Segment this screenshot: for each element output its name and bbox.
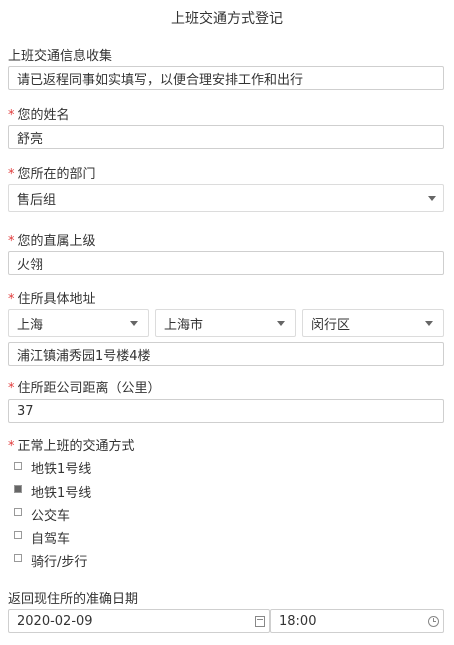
required-asterisk: * bbox=[8, 292, 15, 307]
address-label: * 住所具体地址 bbox=[8, 288, 96, 307]
name-label: * 您的姓名 bbox=[8, 104, 70, 123]
manager-label: * 您的直属上级 bbox=[8, 230, 96, 249]
city-select[interactable]: 上海市 bbox=[155, 309, 296, 337]
transport-option-label[interactable]: 骑行/步行 bbox=[31, 551, 87, 570]
city-value: 上海市 bbox=[164, 317, 204, 333]
info-label: 上班交通信息收集 bbox=[8, 49, 113, 64]
province-value: 上海 bbox=[17, 317, 44, 333]
required-asterisk: * bbox=[8, 439, 15, 454]
return-date-label: 返回现住所的准确日期 bbox=[8, 592, 139, 607]
distance-label-text: 住所距公司距离（公里） bbox=[17, 381, 161, 396]
transport-option-label[interactable]: 地铁1号线 bbox=[31, 458, 91, 477]
address-label-text: 住所具体地址 bbox=[17, 292, 96, 307]
name-value: 舒亮 bbox=[17, 131, 44, 147]
date-input[interactable]: 2020-02-09 bbox=[8, 609, 270, 633]
date-value: 2020-02-09 bbox=[17, 613, 93, 629]
clock-icon[interactable] bbox=[428, 616, 439, 627]
transport-label-text: 正常上班的交通方式 bbox=[17, 439, 135, 454]
transport-checkbox[interactable] bbox=[14, 485, 22, 493]
chevron-down-icon bbox=[277, 321, 285, 326]
chevron-down-icon bbox=[425, 321, 433, 326]
transport-option-label[interactable]: 地铁1号线 bbox=[31, 482, 91, 501]
dept-value: 售后组 bbox=[17, 192, 57, 208]
transport-checkbox[interactable] bbox=[14, 462, 22, 470]
transport-option-label[interactable]: 自驾车 bbox=[31, 528, 70, 547]
address-detail-value: 浦江镇浦秀园1号楼4楼 bbox=[17, 348, 151, 364]
address-detail-input[interactable]: 浦江镇浦秀园1号楼4楼 bbox=[8, 342, 444, 366]
name-input[interactable]: 舒亮 bbox=[8, 125, 444, 149]
district-value: 闵行区 bbox=[311, 317, 351, 333]
info-notice-field: 请已返程同事如实填写，以便合理安排工作和出行 bbox=[8, 66, 444, 90]
transport-checkbox[interactable] bbox=[14, 554, 22, 562]
manager-value: 火翎 bbox=[17, 257, 44, 273]
dept-label-text: 您所在的部门 bbox=[17, 167, 96, 182]
transport-label: * 正常上班的交通方式 bbox=[8, 435, 135, 454]
district-select[interactable]: 闵行区 bbox=[302, 309, 444, 337]
required-asterisk: * bbox=[8, 167, 15, 182]
distance-label: * 住所距公司距离（公里） bbox=[8, 377, 161, 396]
required-asterisk: * bbox=[8, 381, 15, 396]
required-asterisk: * bbox=[8, 234, 15, 249]
chevron-down-icon bbox=[130, 321, 138, 326]
transport-option-label[interactable]: 公交车 bbox=[31, 505, 70, 524]
required-asterisk: * bbox=[8, 108, 15, 123]
manager-label-text: 您的直属上级 bbox=[17, 234, 96, 249]
name-label-text: 您的姓名 bbox=[17, 108, 70, 123]
info-notice-text: 请已返程同事如实填写，以便合理安排工作和出行 bbox=[17, 72, 304, 88]
time-input[interactable]: 18:00 bbox=[270, 609, 444, 633]
transport-checkbox[interactable] bbox=[14, 508, 22, 516]
province-select[interactable]: 上海 bbox=[8, 309, 149, 337]
time-value: 18:00 bbox=[279, 613, 317, 629]
manager-input[interactable]: 火翎 bbox=[8, 251, 444, 275]
chevron-down-icon bbox=[428, 196, 436, 201]
calendar-icon[interactable] bbox=[255, 616, 265, 627]
transport-checkbox[interactable] bbox=[14, 531, 22, 539]
dept-label: * 您所在的部门 bbox=[8, 163, 96, 182]
dept-select[interactable]: 售后组 bbox=[8, 184, 444, 212]
page-title: 上班交通方式登记 bbox=[171, 11, 283, 27]
distance-input[interactable]: 37 bbox=[8, 399, 444, 423]
distance-value: 37 bbox=[17, 403, 34, 419]
